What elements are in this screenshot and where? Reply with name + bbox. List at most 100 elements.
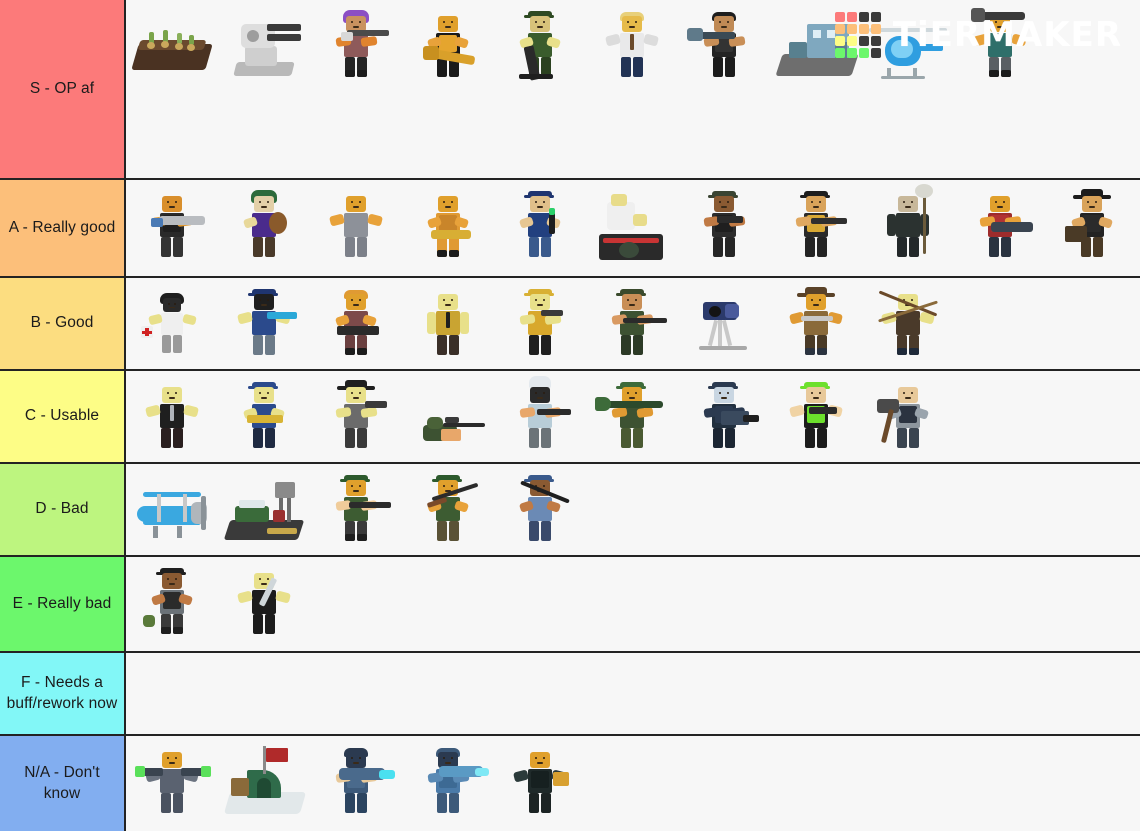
dark-military-pistoleer-icon [681,182,767,270]
tier-label[interactable]: C - Usable [0,371,126,462]
tier-item-blue-camera-turret[interactable] [678,278,770,368]
tier-item-prone-sniper[interactable] [402,371,494,461]
tier-item-blue-biplane[interactable] [126,464,218,554]
tier-item-military-base-outpost[interactable] [218,464,310,554]
tier-item-orange-hood-gunner[interactable] [310,278,402,368]
tier-item-area[interactable] [126,557,1140,651]
green-beret-rifleman-icon [313,466,399,554]
tier-item-blue-energy-cannoneer[interactable] [310,736,402,826]
tier-item-navy-blue-officer[interactable] [218,278,310,368]
tier-item-blue-building-base[interactable] [770,0,862,90]
tier-list-board: TiERMAKER S - OP af A - Really good B - Go… [0,0,1140,831]
tier-item-orange-gold-gunner[interactable] [402,180,494,270]
snow-camp-tent-icon [221,738,307,826]
tier-item-green-army-rifleman[interactable] [586,278,678,368]
blue-uniform-rifleman-icon [497,466,583,554]
tier-label[interactable]: D - Bad [0,464,126,555]
tier-item-blue-police-radio[interactable] [494,180,586,270]
tier-item-purple-hair-gunner[interactable] [310,0,402,90]
tier-item-grey-pants-brawler[interactable] [310,180,402,270]
prone-sniper-icon [405,373,491,461]
tier-item-necromancer-staff[interactable] [862,180,954,270]
tier-item-black-suit-gatlinger[interactable] [126,180,218,270]
tier-item-crossbow-archer[interactable] [862,278,954,368]
tier-item-area[interactable] [126,371,1140,462]
farm-plot-icon [129,2,215,90]
tier-item-area[interactable] [126,464,1140,555]
tier-item-purple-jester-mage[interactable] [218,180,310,270]
dual-laser-gunner-icon [129,738,215,826]
tier-item-chef-hat-soldier[interactable] [494,371,586,461]
grey-pants-brawler-icon [313,182,399,270]
tier-item-green-cap-scout[interactable] [402,464,494,554]
tier-item-white-coat-operator[interactable] [586,0,678,90]
turret-tower-icon [221,2,307,90]
tier-item-teal-apron-minigunner[interactable] [954,0,1046,90]
tier-item-farm-plot[interactable] [126,0,218,90]
blue-helicopter-icon [865,2,951,90]
tier-item-snow-camp-tent[interactable] [218,736,310,826]
gold-captain-icon [497,280,583,368]
tier-label[interactable]: N/A - Don't know [0,736,126,831]
navy-blue-officer-icon [221,280,307,368]
tier-item-blue-frost-blaster[interactable] [402,736,494,826]
purple-hair-gunner-icon [313,2,399,90]
tier-item-dark-tactical-operator[interactable] [494,736,586,826]
tier-item-black-robe-knifer[interactable] [218,557,310,647]
tier-label[interactable]: B - Good [0,278,126,369]
tier-item-area[interactable] [126,278,1140,369]
tier-item-gold-captain[interactable] [494,278,586,368]
tier-item-blue-helicopter[interactable] [862,0,954,90]
teal-apron-minigunner-icon [957,2,1043,90]
tier-item-blue-cop-shotgun[interactable] [218,371,310,461]
tier-item-green-mortar-soldier[interactable] [494,0,586,90]
tier-item-white-dj-speaker[interactable] [586,180,678,270]
crossbow-archer-icon [865,280,951,368]
tier-item-dual-laser-gunner[interactable] [126,736,218,826]
tier-item-neon-green-operative[interactable] [770,371,862,461]
tier-item-area[interactable] [126,180,1140,276]
tier-item-brown-hat-ranger[interactable] [770,278,862,368]
tier-item-yellow-black-ranger[interactable] [770,180,862,270]
green-rocket-launcher-icon [589,373,675,461]
tier-item-green-rocket-launcher[interactable] [586,371,678,461]
tier-rows-container: S - OP af A - Really good B - Good C - Usab… [0,0,1140,831]
tier-item-blue-uniform-rifleman[interactable] [494,464,586,554]
tier-item-green-beret-rifleman[interactable] [310,464,402,554]
neon-green-operative-icon [773,373,859,461]
yellow-tie-agent-icon [405,280,491,368]
hammer-winter-soldier-icon [865,373,951,461]
cowboy-hat-gunslinger-icon [1049,182,1135,270]
tier-item-area[interactable] [126,736,1140,831]
tier-label[interactable]: E - Really bad [0,557,126,651]
tier-row: B - Good [0,278,1140,371]
tier-item-golden-minigunner[interactable] [402,0,494,90]
blue-cop-shotgun-icon [221,373,307,461]
tier-item-blue-swat-shield[interactable] [678,371,770,461]
tier-item-black-armor-railgunner[interactable] [678,0,770,90]
grey-vest-grenadier-icon [129,559,215,647]
blue-camera-turret-icon [681,280,767,368]
black-suit-tie-man-icon [129,373,215,461]
tier-item-black-suit-tie-man[interactable] [126,371,218,461]
tier-row: F - Needs a buff/rework now [0,653,1140,736]
tier-item-cowboy-hat-gunslinger[interactable] [1046,180,1138,270]
tier-item-grey-fedora-pistoleer[interactable] [310,371,402,461]
tier-item-hammer-winter-soldier[interactable] [862,371,954,461]
tier-item-yellow-tie-agent[interactable] [402,278,494,368]
tier-item-grey-vest-grenadier[interactable] [126,557,218,647]
tier-item-dark-military-pistoleer[interactable] [678,180,770,270]
tier-item-turret-tower[interactable] [218,0,310,90]
black-suit-gatlinger-icon [129,182,215,270]
tier-item-area[interactable] [126,0,1140,178]
tier-item-medic-red-cross[interactable] [126,278,218,368]
tier-label[interactable]: A - Really good [0,180,126,276]
tier-label[interactable]: F - Needs a buff/rework now [0,653,126,734]
tier-label[interactable]: S - OP af [0,0,126,178]
tier-row: S - OP af [0,0,1140,180]
tier-row: N/A - Don't know [0,736,1140,831]
tier-item-area[interactable] [126,653,1140,734]
green-cap-scout-icon [405,466,491,554]
brown-hat-ranger-icon [773,280,859,368]
tier-item-red-heavy-gunner[interactable] [954,180,1046,270]
